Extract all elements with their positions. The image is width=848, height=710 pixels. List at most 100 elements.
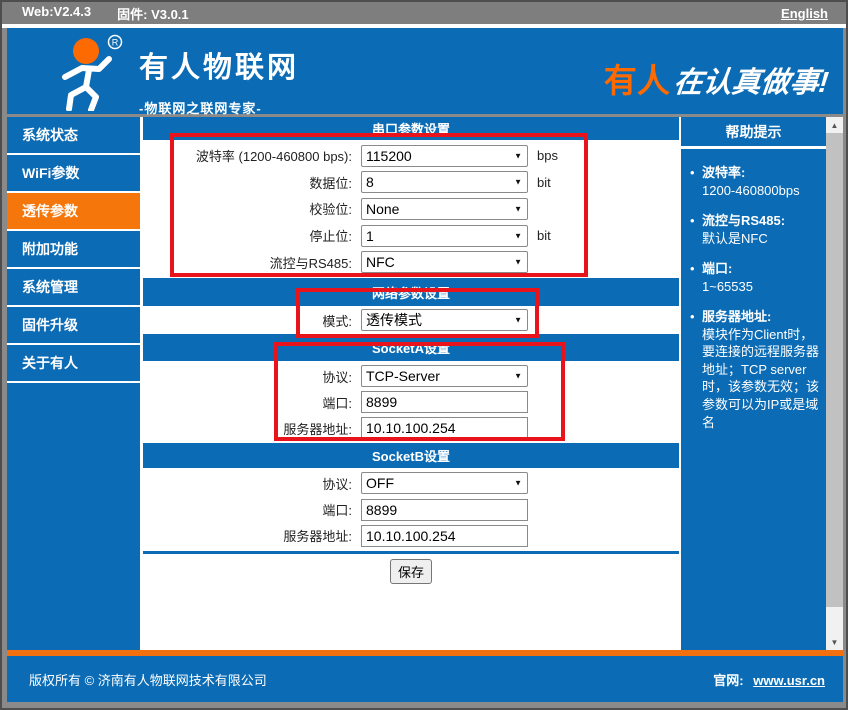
data-bits-unit: bit (537, 174, 551, 190)
sidebar-item-transparent-params[interactable]: 透传参数 (7, 193, 140, 231)
brand-title: 有人物联网 (139, 52, 300, 84)
sidebar-item-system-status[interactable]: 系统状态 (7, 117, 140, 155)
form-row-parity: 校验位: None (143, 197, 679, 220)
brand-slogan: 有人 在认真做事! (603, 54, 831, 102)
form-row-stop-bits: 停止位: 1 bit (143, 224, 679, 247)
left-navigation: 系统状态 WiFi参数 透传参数 附加功能 系统管理 固件升级 关于有人 (7, 117, 140, 650)
baud-rate-select-wrap: 115200 (361, 144, 528, 167)
sidebar-item-extra-functions[interactable]: 附加功能 (7, 231, 140, 269)
serial-params-rows: 波特率 (1200-460800 bps): 115200 bps 数据位: 8… (143, 140, 679, 278)
save-button-area: 保存 (143, 554, 679, 650)
help-panel-body: • 波特率: 1200-460800bps • 流控与RS485: 默认是NFC… (681, 149, 826, 650)
help-scrollbar[interactable]: ▲ ▼ (826, 117, 843, 650)
stop-bits-select-wrap: 1 (361, 224, 528, 247)
help-item-server-address: • 服务器地址: 模块作为Client时，要连接的远程服务器地址；TCP ser… (690, 308, 823, 431)
stop-bits-select[interactable]: 1 (361, 224, 528, 247)
official-site-label: 官网: (713, 672, 744, 688)
form-row-socket-a-server-address: 服务器地址: (143, 417, 679, 439)
baud-rate-label: 波特率 (1200-460800 bps): (195, 149, 352, 165)
sidebar-item-label: WiFi参数 (22, 165, 80, 181)
baud-rate-unit: bps (537, 148, 558, 164)
socket-b-port-label: 端口: (322, 503, 352, 518)
socket-b-server-address-input[interactable] (361, 524, 528, 547)
help-desc: 模块作为Client时，要连接的远程服务器地址；TCP server时，该参数无… (702, 326, 820, 430)
help-panel-title: 帮助提示 (681, 117, 826, 146)
help-panel: 帮助提示 • 波特率: 1200-460800bps • 流控与RS485: 默… (681, 117, 826, 650)
parity-label: 校验位: (309, 202, 352, 218)
section-header-socket-a: SocketA设置 (143, 334, 679, 361)
english-language-link[interactable]: English (781, 6, 828, 21)
sidebar-item-label: 透传参数 (22, 203, 78, 219)
help-panel-wrap: 帮助提示 • 波特率: 1200-460800bps • 流控与RS485: 默… (681, 117, 843, 650)
bullet-icon: • (690, 165, 695, 180)
section-header-socket-b: SocketB设置 (143, 443, 679, 468)
app-window: Web:V2.4.3 固件: V3.0.1 English R 有人物联网 -物… (0, 0, 848, 710)
network-params-rows: 模式: 透传模式 (143, 306, 679, 334)
form-row-baud-rate: 波特率 (1200-460800 bps): 115200 bps (143, 144, 679, 167)
help-desc: 默认是NFC (702, 230, 768, 246)
scroll-up-icon[interactable]: ▲ (826, 117, 843, 133)
sidebar-item-label: 附加功能 (22, 241, 78, 257)
sidebar-item-label: 关于有人 (22, 355, 78, 371)
web-version-label: Web:V2.4.3 (22, 3, 92, 19)
socket-b-protocol-select[interactable]: OFF (361, 472, 528, 495)
socket-b-rows: 协议: OFF 端口: 服务器地址: (143, 468, 679, 551)
slogan-orange-text: 有人 (603, 62, 670, 99)
footer-bar: 版权所有 © 济南有人物联网技术有限公司 官网: www.usr.cn (7, 656, 843, 702)
flow-control-select[interactable]: NFC (361, 251, 528, 274)
scrollbar-thumb[interactable] (826, 133, 843, 607)
help-desc: 1200-460800bps (702, 182, 800, 198)
sidebar-item-system-management[interactable]: 系统管理 (7, 269, 140, 307)
data-bits-select-wrap: 8 (361, 171, 528, 194)
scroll-down-icon[interactable]: ▼ (826, 634, 843, 650)
form-row-socket-b-port: 端口: (143, 498, 679, 521)
parity-select-wrap: None (361, 197, 528, 220)
save-button[interactable]: 保存 (390, 559, 432, 584)
help-item-port: • 端口: 1~65535 (690, 260, 823, 295)
socket-a-server-address-input[interactable] (361, 417, 528, 439)
help-item-baud-rate: • 波特率: 1200-460800bps (690, 164, 823, 199)
help-term: 波特率: (702, 165, 746, 180)
form-row-flow-control: 流控与RS485: NFC (143, 251, 679, 274)
mode-select[interactable]: 透传模式 (361, 309, 528, 331)
brand-tagline: -物联网之联网专家- (139, 101, 262, 116)
section-header-serial-params: 串口参数设置 (143, 117, 679, 140)
help-term: 服务器地址: (702, 309, 772, 325)
form-row-socket-a-protocol: 协议: TCP-Server (143, 365, 679, 387)
sidebar-item-wifi-params[interactable]: WiFi参数 (7, 155, 140, 193)
socket-b-port-input[interactable] (361, 498, 528, 521)
socket-a-protocol-label: 协议: (322, 369, 352, 385)
mode-select-wrap: 透传模式 (361, 309, 528, 331)
socket-b-protocol-label: 协议: (322, 476, 352, 492)
content-area: 系统状态 WiFi参数 透传参数 附加功能 系统管理 固件升级 关于有人 串口参… (7, 117, 843, 650)
official-site-link[interactable]: www.usr.cn (753, 673, 825, 688)
form-row-mode: 模式: 透传模式 (143, 309, 679, 331)
copyright-text: 版权所有 © 济南有人物联网技术有限公司 (29, 672, 267, 688)
sidebar-item-label: 系统管理 (22, 279, 78, 295)
parity-select[interactable]: None (361, 197, 528, 220)
socket-a-port-input[interactable] (361, 391, 528, 413)
baud-rate-select[interactable]: 115200 (361, 144, 528, 167)
slogan-white-text: 在认真做事! (672, 67, 831, 99)
bullet-icon: • (690, 213, 695, 229)
svg-text:R: R (112, 38, 119, 48)
help-item-flow-control: • 流控与RS485: 默认是NFC (690, 212, 823, 247)
form-row-socket-a-port: 端口: (143, 391, 679, 413)
form-row-data-bits: 数据位: 8 bit (143, 171, 679, 194)
data-bits-select[interactable]: 8 (361, 171, 528, 194)
section-header-network-params: 网络参数设置 (143, 278, 679, 306)
socket-a-protocol-select[interactable]: TCP-Server (361, 365, 528, 387)
sidebar-item-about-usr[interactable]: 关于有人 (7, 345, 140, 383)
help-desc: 1~65535 (702, 278, 753, 294)
socket-a-rows: 协议: TCP-Server 端口: 服务器地址: (143, 361, 679, 443)
socket-a-port-label: 端口: (322, 395, 352, 411)
settings-form: 串口参数设置 波特率 (1200-460800 bps): 115200 bps… (143, 117, 679, 650)
stop-bits-label: 停止位: (309, 229, 352, 245)
sidebar-item-firmware-upgrade[interactable]: 固件升级 (7, 307, 140, 345)
sidebar-item-label: 固件升级 (22, 317, 78, 333)
official-site: 官网: www.usr.cn (713, 670, 825, 689)
stop-bits-unit: bit (537, 228, 551, 244)
socket-b-server-address-label: 服务器地址: (283, 529, 352, 545)
form-row-socket-b-server-address: 服务器地址: (143, 524, 679, 547)
usr-logo-icon: R (49, 33, 127, 116)
